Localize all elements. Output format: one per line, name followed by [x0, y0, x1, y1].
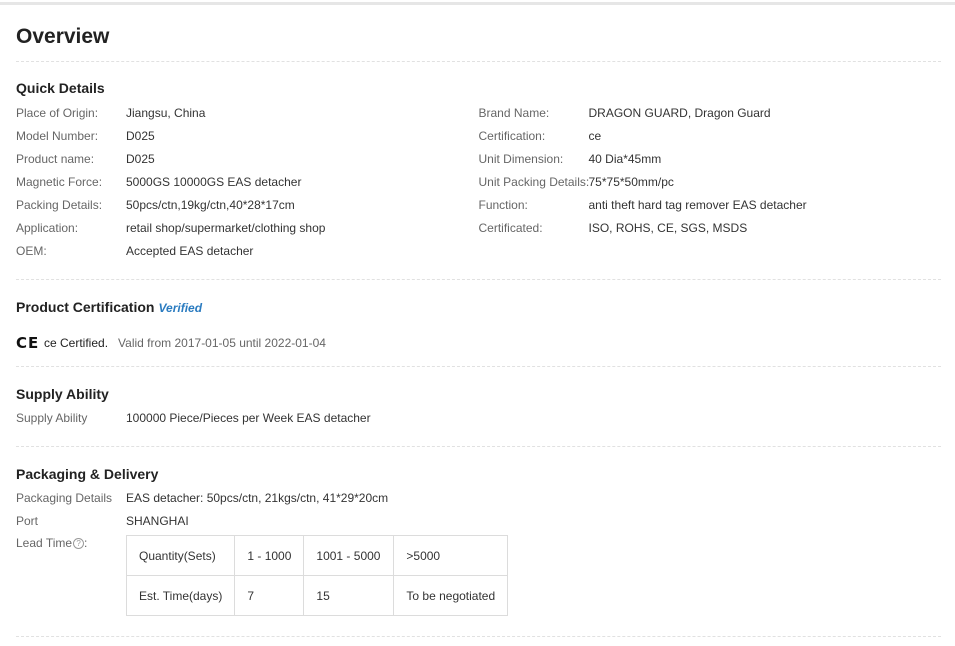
detail-row: Certification: ce	[479, 125, 942, 148]
detail-value: SHANGHAI	[126, 514, 189, 528]
detail-key: Brand Name:	[478, 106, 550, 120]
detail-key: Certification:	[478, 129, 546, 143]
table-cell: 15	[303, 575, 395, 616]
detail-value: 75*75*50mm/pc	[588, 175, 674, 189]
product-certification-title: Product Certification Verified	[16, 298, 941, 317]
detail-row: Magnetic Force: 5000GS 10000GS EAS detach…	[16, 171, 479, 194]
detail-key: Port	[16, 514, 39, 528]
detail-row: OEM: Accepted EAS detacher	[16, 240, 479, 263]
certificate-name: ce Certified.	[44, 336, 109, 350]
detail-row: Port SHANGHAI	[16, 510, 941, 533]
certificate-validity: Valid from 2017-01-05 until 2022-01-04	[118, 336, 326, 350]
detail-key: Unit Packing Details:	[478, 175, 590, 189]
product-certification-section: Product Certification Verified CE ce Cert…	[16, 280, 941, 367]
detail-value: 100000 Piece/Pieces per Week EAS detache…	[126, 411, 371, 425]
detail-row: Packaging Details EAS detacher: 50pcs/ct…	[16, 487, 941, 510]
detail-row: Application: retail shop/supermarket/clot…	[16, 217, 479, 240]
section-divider	[16, 636, 941, 637]
detail-value: DRAGON GUARD, Dragon Guard	[588, 106, 771, 120]
detail-row: Unit Dimension: 40 Dia*45mm	[479, 148, 942, 171]
page-title: Overview	[16, 7, 941, 62]
verified-badge: Verified	[158, 301, 203, 315]
detail-row: Product name: D025	[16, 148, 479, 171]
detail-value: retail shop/supermarket/clothing shop	[126, 221, 326, 235]
table-cell: Quantity(Sets)	[125, 535, 236, 576]
table-row: Quantity(Sets) 1 - 1000 1001 - 5000 >500…	[125, 535, 509, 576]
quick-details-right-column: Brand Name: DRAGON GUARD, Dragon Guard Ce…	[479, 102, 942, 263]
supply-ability-title: Supply Ability	[16, 386, 109, 402]
detail-key: Supply Ability	[16, 411, 88, 425]
detail-value: Accepted EAS detacher	[126, 244, 254, 258]
table-cell: 7	[234, 575, 305, 616]
detail-value: EAS detacher: 50pcs/ctn, 21kgs/ctn, 41*2…	[126, 491, 389, 505]
quick-details-title: Quick Details	[16, 80, 105, 96]
detail-key: Packaging Details	[16, 491, 113, 505]
detail-key: Packing Details:	[16, 198, 103, 212]
detail-key: Model Number:	[16, 129, 99, 143]
detail-key: Magnetic Force:	[16, 175, 103, 189]
detail-row: Packing Details: 50pcs/ctn,19kg/ctn,40*28…	[16, 194, 479, 217]
detail-key: Application:	[16, 221, 79, 235]
detail-value: ISO, ROHS, CE, SGS, MSDS	[588, 221, 748, 235]
product-certification-label: Product Certification	[16, 299, 155, 315]
quick-details-section: Quick Details Place of Origin: Jiangsu, C…	[16, 62, 941, 280]
packaging-delivery-title: Packaging & Delivery	[16, 466, 159, 482]
table-cell: Est. Time(days)	[125, 575, 236, 616]
detail-value: ce	[588, 129, 602, 143]
detail-value: 50pcs/ctn,19kg/ctn,40*28*17cm	[126, 198, 295, 212]
detail-value: D025	[126, 152, 155, 166]
quick-details-grid: Place of Origin: Jiangsu, China Model Num…	[16, 102, 941, 263]
detail-value: D025	[126, 129, 155, 143]
detail-key: Unit Dimension:	[478, 152, 564, 166]
detail-row: Unit Packing Details: 75*75*50mm/pc	[479, 171, 942, 194]
detail-row: Function: anti theft hard tag remover EAS…	[479, 194, 942, 217]
detail-key: OEM:	[16, 244, 47, 258]
detail-row: Model Number: D025	[16, 125, 479, 148]
table-cell: >5000	[393, 535, 509, 576]
detail-value: 40 Dia*45mm	[588, 152, 662, 166]
lead-time-key: Lead Time?:	[16, 536, 88, 550]
detail-value: anti theft hard tag remover EAS detacher	[588, 198, 807, 212]
detail-row: Place of Origin: Jiangsu, China	[16, 102, 479, 125]
table-cell: To be negotiated	[393, 575, 509, 616]
table-cell: 1 - 1000	[234, 535, 305, 576]
detail-key: Certificated:	[478, 221, 543, 235]
supply-ability-section: Supply Ability Supply Ability 100000 Pie…	[16, 367, 941, 447]
packaging-delivery-section: Packaging & Delivery Packaging Details E…	[16, 447, 941, 640]
certificate-item[interactable]: CE ce Certified. Valid from 2017-01-05 u…	[16, 334, 941, 352]
detail-row: Certificated: ISO, ROHS, CE, SGS, MSDS	[479, 217, 942, 240]
help-icon[interactable]: ?	[73, 538, 85, 550]
detail-key: Place of Origin:	[16, 106, 99, 120]
lead-time-row: Lead Time?: Quantity(Sets) 1 - 1000 1001…	[16, 535, 941, 616]
detail-key: Function:	[478, 198, 528, 212]
detail-value: 5000GS 10000GS EAS detacher	[126, 175, 302, 189]
ce-mark-icon: CE	[16, 334, 40, 352]
lead-time-label: Lead Time	[16, 536, 73, 550]
detail-key: Product name:	[16, 152, 95, 166]
detail-row: Supply Ability 100000 Piece/Pieces per W…	[16, 407, 941, 430]
overview-panel: Overview Quick Details Place of Origin: J…	[0, 7, 955, 640]
table-cell: 1001 - 5000	[303, 535, 395, 576]
quick-details-left-column: Place of Origin: Jiangsu, China Model Num…	[16, 102, 479, 263]
detail-value: Jiangsu, China	[126, 106, 206, 120]
table-row: Est. Time(days) 7 15 To be negotiated	[125, 575, 509, 616]
lead-time-table: Quantity(Sets) 1 - 1000 1001 - 5000 >500…	[125, 535, 509, 616]
detail-row: Brand Name: DRAGON GUARD, Dragon Guard	[479, 102, 942, 125]
